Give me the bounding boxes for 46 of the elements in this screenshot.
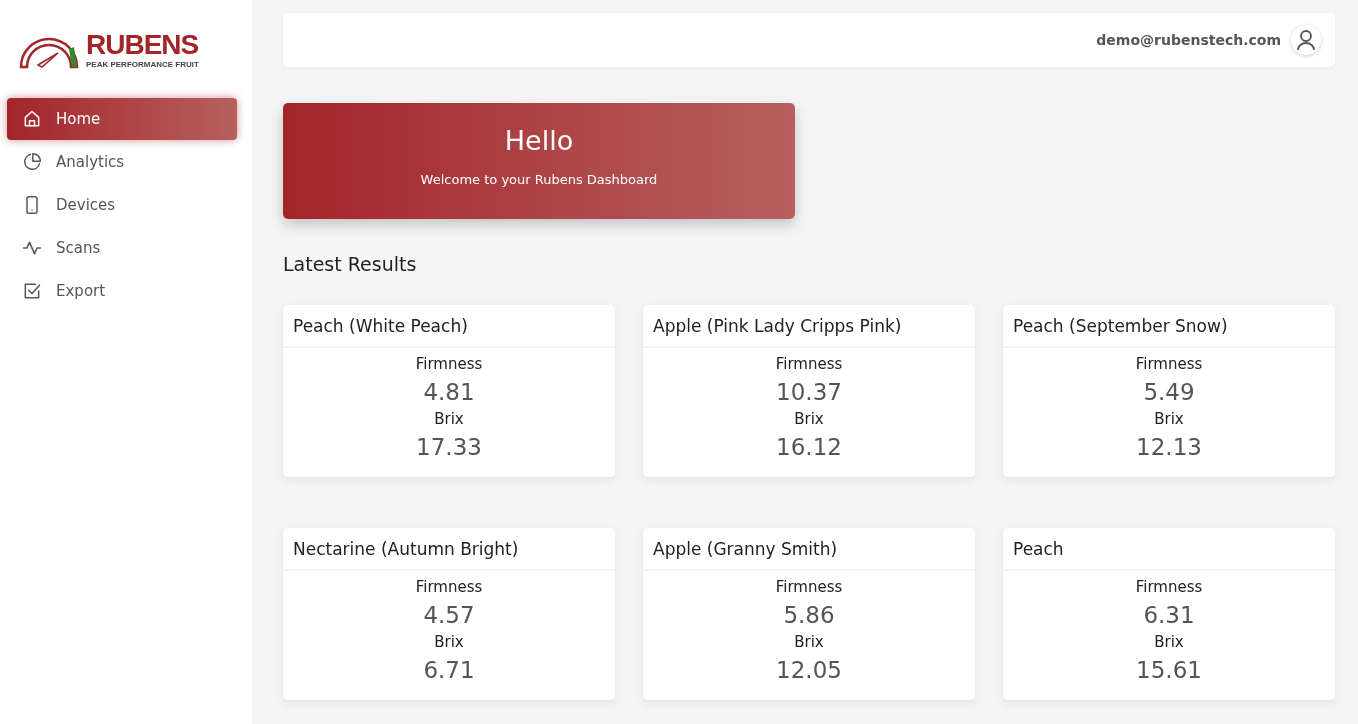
sidebar-item[interactable]: Scans bbox=[7, 227, 237, 269]
logo-tagline: PEAK PERFORMANCE FRUIT bbox=[86, 59, 199, 69]
card-title: Nectarine (Autumn Bright) bbox=[283, 528, 615, 571]
card-title: Apple (Granny Smith) bbox=[643, 528, 975, 571]
banner-title: Hello bbox=[504, 125, 574, 156]
metric-value: 5.86 bbox=[783, 601, 835, 630]
user-avatar-icon[interactable] bbox=[1291, 25, 1321, 55]
metric-label: Brix bbox=[434, 633, 464, 652]
metric-value: 4.57 bbox=[423, 601, 475, 630]
metric-value: 15.61 bbox=[1136, 656, 1202, 685]
metric-label: Firmness bbox=[775, 355, 843, 374]
metric-label: Brix bbox=[794, 633, 824, 652]
checkbox-icon bbox=[22, 281, 42, 301]
metric-value: 16.12 bbox=[776, 433, 842, 462]
metric-value: 17.33 bbox=[416, 433, 482, 462]
user-email: demo@rubenstech.com bbox=[1096, 32, 1281, 48]
metric-label: Firmness bbox=[775, 578, 843, 597]
pulse-icon bbox=[22, 238, 42, 258]
metric-value: 12.13 bbox=[1136, 433, 1202, 462]
sidebar-item[interactable]: Home bbox=[7, 98, 237, 140]
metric-label: Firmness bbox=[415, 355, 483, 374]
card-title: Peach (September Snow) bbox=[1003, 305, 1335, 348]
card-title: Peach (White Peach) bbox=[283, 305, 615, 348]
banner-subtitle: Welcome to your Rubens Dashboard bbox=[420, 172, 658, 187]
metric-label: Brix bbox=[434, 410, 464, 429]
sidebar-item[interactable]: Devices bbox=[7, 184, 237, 226]
logo-name: RUBENS bbox=[86, 29, 199, 60]
metric-label: Firmness bbox=[415, 578, 483, 597]
sidebar-item[interactable]: Analytics bbox=[7, 141, 237, 183]
metric-label: Brix bbox=[1154, 410, 1184, 429]
metric-value: 6.71 bbox=[423, 656, 475, 685]
metric-label: Brix bbox=[794, 410, 824, 429]
metric-value: 6.31 bbox=[1143, 601, 1195, 630]
metric-value: 5.49 bbox=[1143, 378, 1195, 407]
pie-chart-icon bbox=[22, 152, 42, 172]
section-title: Latest Results bbox=[283, 253, 418, 275]
sidebar-item[interactable]: Export bbox=[7, 270, 237, 312]
metric-label: Brix bbox=[1154, 633, 1184, 652]
metric-value: 12.05 bbox=[776, 656, 842, 685]
metric-label: Firmness bbox=[1135, 355, 1203, 374]
home-icon bbox=[22, 109, 42, 129]
metric-label: Firmness bbox=[1135, 578, 1203, 597]
metric-value: 10.37 bbox=[776, 378, 842, 407]
card-title: Apple (Pink Lady Cripps Pink) bbox=[643, 305, 975, 348]
metric-value: 4.81 bbox=[423, 378, 475, 407]
card-title: Peach bbox=[1003, 528, 1335, 571]
